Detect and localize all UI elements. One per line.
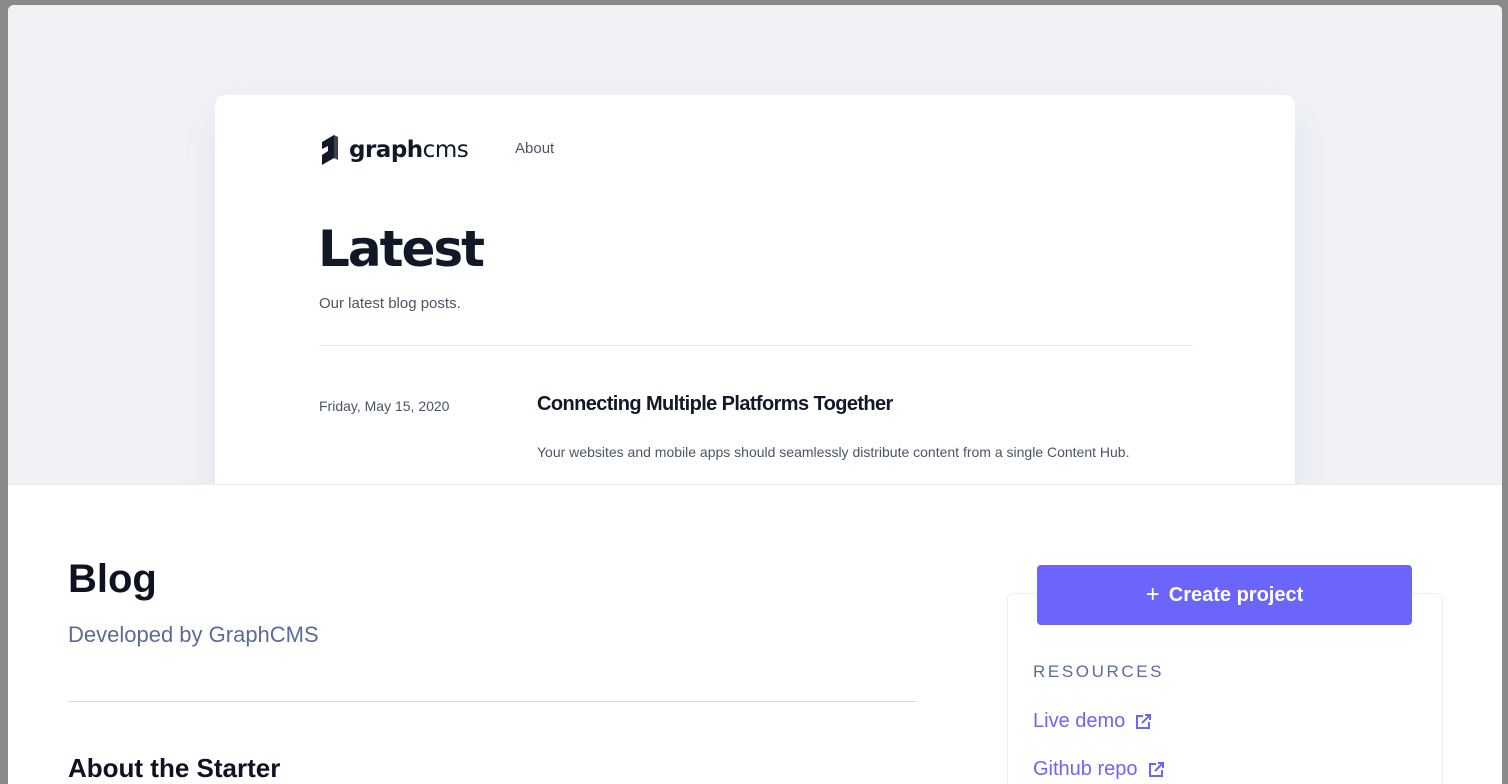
- create-project-label: Create project: [1168, 583, 1304, 606]
- content-divider: [68, 701, 917, 702]
- preview-post-date: Friday, May 15, 2020: [319, 398, 450, 414]
- live-demo-link[interactable]: Live demo: [1033, 710, 1153, 733]
- preview-divider: [319, 345, 1193, 346]
- starter-developer: Developed by GraphCMS: [68, 622, 319, 647]
- starter-title: Blog: [68, 557, 157, 601]
- create-project-button[interactable]: + Create project: [1037, 565, 1412, 625]
- starter-modal: graph cms About Latest Our latest blog po…: [8, 5, 1502, 784]
- plus-icon: +: [1145, 581, 1160, 608]
- preview-nav-about: About: [515, 140, 555, 157]
- github-repo-link[interactable]: Github repo: [1033, 758, 1166, 781]
- logo-text-light: cms: [422, 137, 469, 163]
- preview-subtitle: Our latest blog posts.: [319, 295, 461, 312]
- graphcms-logo-icon: [322, 135, 338, 165]
- preview-screenshot-card: graph cms About Latest Our latest blog po…: [215, 95, 1295, 484]
- about-heading: About the Starter: [68, 753, 281, 783]
- resources-label: RESOURCES: [1033, 662, 1165, 681]
- preview-logo: graph cms: [319, 132, 469, 168]
- github-repo-label: Github repo: [1033, 758, 1138, 780]
- preview-post-excerpt: Your websites and mobile apps should sea…: [537, 444, 1130, 460]
- logo-text-bold: graph: [349, 137, 423, 163]
- external-link-icon: [1136, 713, 1152, 729]
- external-link-icon: [1148, 761, 1164, 777]
- preview-title: Latest: [318, 220, 485, 278]
- starter-preview: graph cms About Latest Our latest blog po…: [8, 5, 1502, 484]
- live-demo-label: Live demo: [1033, 710, 1126, 732]
- preview-bottom-border: [8, 484, 1502, 485]
- preview-post-title: Connecting Multiple Platforms Together: [537, 393, 893, 415]
